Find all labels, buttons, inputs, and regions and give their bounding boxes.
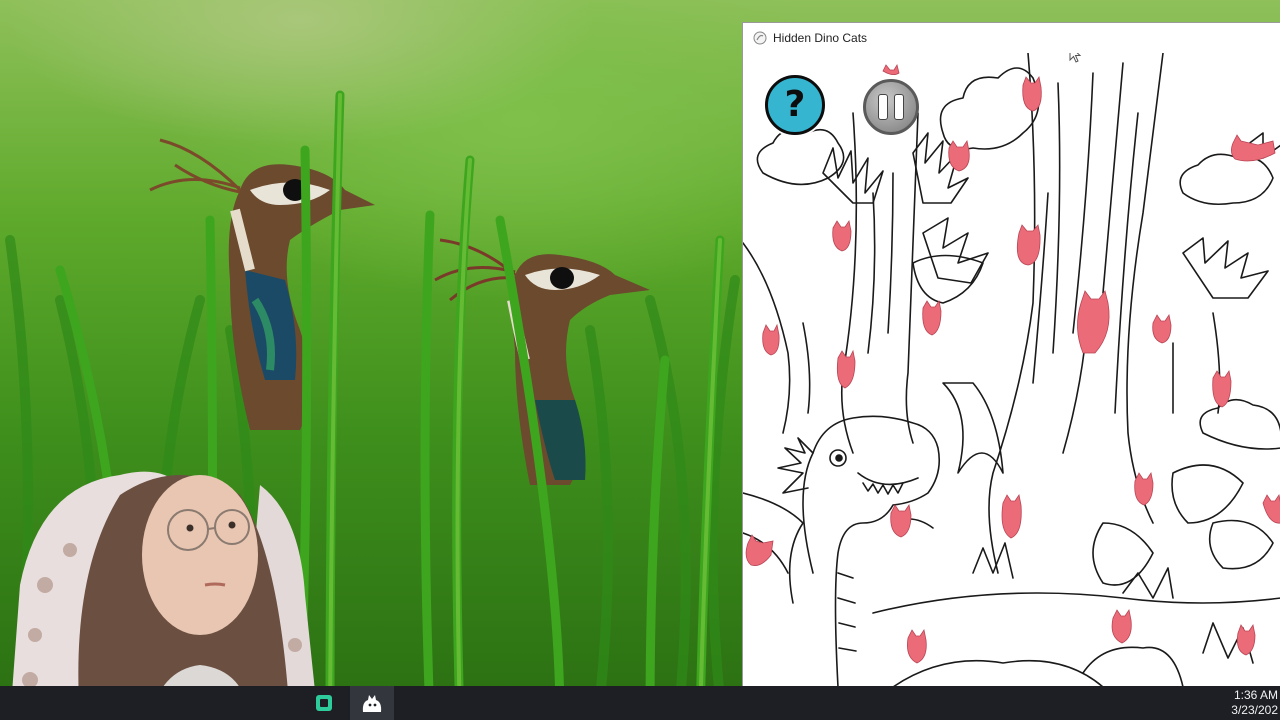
mouse-cursor-icon <box>1069 53 1082 63</box>
hidden-cat[interactable] <box>882 63 900 75</box>
hidden-cat[interactable] <box>890 503 912 538</box>
pause-bar-left <box>878 94 888 120</box>
hidden-cat[interactable] <box>907 628 927 664</box>
hidden-cat[interactable] <box>1231 134 1276 162</box>
clock-time: 1:36 AM <box>1233 688 1278 702</box>
app-icon <box>753 31 767 45</box>
hidden-cat[interactable] <box>1077 290 1110 354</box>
hidden-cat[interactable] <box>762 323 780 356</box>
hidden-cat[interactable] <box>1022 75 1042 112</box>
obs-icon <box>316 695 332 711</box>
hidden-cat[interactable] <box>1134 471 1154 506</box>
clock-date: 3/23/202 <box>1231 703 1278 717</box>
pause-icon <box>875 94 907 120</box>
streamer-webcam-image <box>10 471 318 720</box>
hidden-cat[interactable] <box>1111 608 1132 644</box>
webcam-overlay <box>0 455 318 720</box>
tree-trunk-left-edge <box>988 53 1036 574</box>
game-canvas[interactable]: ? <box>743 53 1280 687</box>
window-titlebar[interactable]: Hidden Dino Cats <box>743 23 1280 53</box>
hidden-cat[interactable] <box>1262 493 1280 524</box>
hidden-cat[interactable] <box>832 219 852 252</box>
dino-cat-icon <box>362 695 382 712</box>
hidden-cat[interactable] <box>1016 224 1041 266</box>
taskbar-app-game[interactable] <box>350 686 394 720</box>
hidden-cat[interactable] <box>948 139 970 172</box>
hidden-cat[interactable] <box>836 349 856 389</box>
hidden-object-scene[interactable] <box>743 53 1280 687</box>
hidden-cat[interactable] <box>745 534 774 566</box>
taskbar-app-obs[interactable] <box>304 686 344 720</box>
taskbar: 1:36 AM 3/23/202 <box>0 686 1280 720</box>
hidden-cat[interactable] <box>1236 623 1256 656</box>
game-window[interactable]: Hidden Dino Cats ? <box>742 22 1280 687</box>
question-mark-icon: ? <box>784 84 806 125</box>
pause-button[interactable] <box>863 79 919 135</box>
window-title: Hidden Dino Cats <box>773 31 868 45</box>
hidden-cat[interactable] <box>1001 493 1022 539</box>
peahen-right-illustration <box>434 238 650 485</box>
system-clock[interactable]: 1:36 AM 3/23/202 <box>1231 688 1278 718</box>
help-button[interactable]: ? <box>765 75 825 135</box>
pause-bar-right <box>894 94 904 120</box>
hidden-cat[interactable] <box>922 299 942 336</box>
hidden-cat[interactable] <box>1152 313 1172 344</box>
hidden-cats-group[interactable] <box>745 63 1280 664</box>
